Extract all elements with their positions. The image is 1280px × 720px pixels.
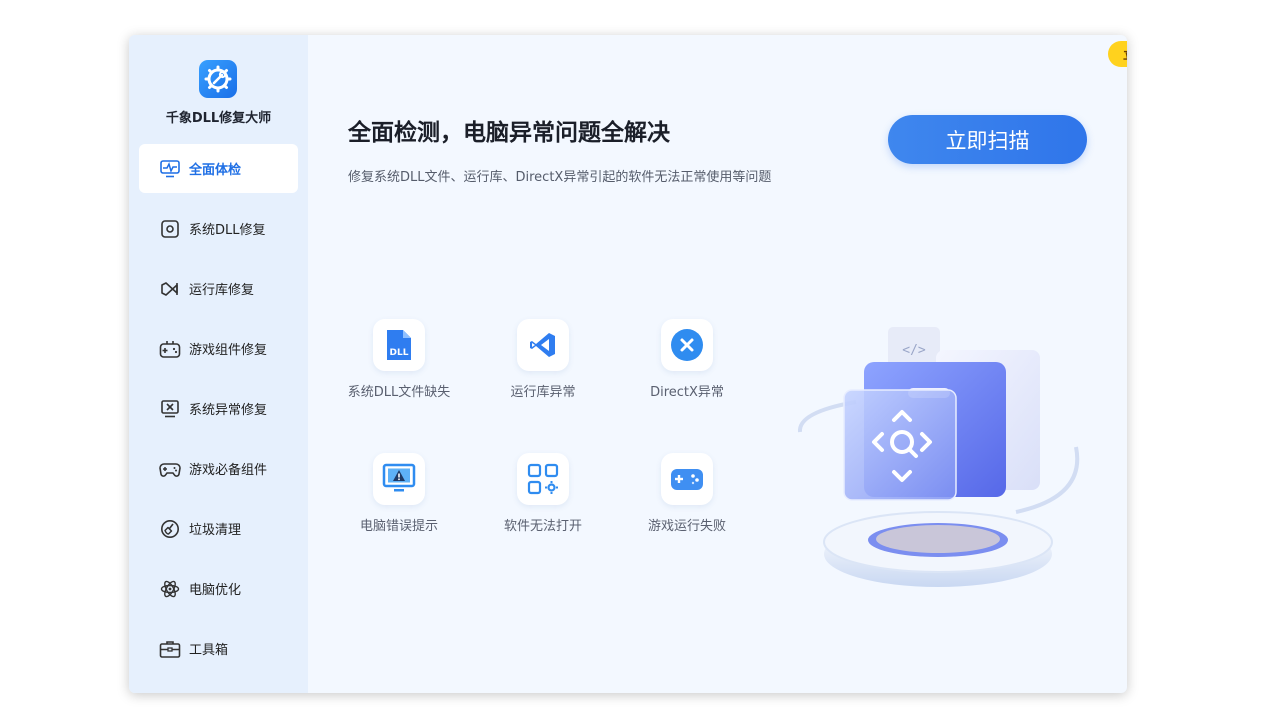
monitor-x-icon — [159, 398, 181, 420]
sidebar-item-pc-optimize[interactable]: 电脑优化 — [139, 564, 298, 613]
monitor-warning-icon — [373, 453, 425, 505]
sidebar-item-game-essentials[interactable]: 游戏必备组件 — [139, 444, 298, 493]
sidebar-item-full-check[interactable]: 全面体检 — [139, 144, 298, 193]
app-window: 千象DLL修复大师 全面体检 系统DLL修复 运行库修复 游戏组件修复 系统异常… — [129, 35, 1127, 693]
directx-x-icon — [661, 319, 713, 371]
app-logo-icon — [199, 60, 237, 98]
issue-pc-error-prompt[interactable]: 电脑错误提示 — [334, 453, 464, 534]
sidebar-item-system-error-repair[interactable]: 系统异常修复 — [139, 384, 298, 433]
sidebar-item-label: 工具箱 — [189, 643, 229, 658]
atom-icon — [159, 578, 181, 600]
page-subline: 修复系统DLL文件、运行库、DirectX异常引起的软件无法正常使用等问题 — [348, 170, 772, 185]
sidebar: 千象DLL修复大师 全面体检 系统DLL修复 运行库修复 游戏组件修复 系统异常… — [129, 35, 308, 693]
issue-game-run-failure[interactable]: 游戏运行失败 — [622, 453, 752, 534]
sidebar-item-label: 垃圾清理 — [189, 523, 242, 538]
controller-icon — [159, 458, 181, 480]
broom-icon — [159, 518, 181, 540]
sidebar-item-label: 系统异常修复 — [189, 403, 268, 418]
sidebar-item-label: 电脑优化 — [189, 583, 242, 598]
app-grid-gear-icon — [517, 453, 569, 505]
visual-studio-icon — [517, 319, 569, 371]
scan-illustration: </> — [786, 322, 1090, 602]
app-title: 千象DLL修复大师 — [165, 111, 272, 126]
dll-gear-icon — [159, 218, 181, 240]
sidebar-item-dll-repair[interactable]: 系统DLL修复 — [139, 204, 298, 253]
issue-label: DirectX异常 — [650, 385, 724, 400]
sidebar-item-label: 系统DLL修复 — [189, 223, 266, 238]
dll-file-icon: DLL — [373, 319, 425, 371]
sidebar-item-toolbox[interactable]: 工具箱 — [139, 624, 298, 673]
gamepad-icon — [159, 338, 181, 360]
gamepad-icon — [661, 453, 713, 505]
svg-text:</>: </> — [902, 343, 926, 358]
sidebar-item-label: 游戏必备组件 — [189, 463, 268, 478]
issue-runtime-error[interactable]: 运行库异常 — [478, 319, 608, 400]
issue-app-cannot-open[interactable]: 软件无法打开 — [478, 453, 608, 534]
issue-label: 运行库异常 — [510, 385, 576, 400]
issue-label: 软件无法打开 — [503, 519, 582, 534]
main-panel: 立即登录 全面检测，电脑异常问题全解决 修复系统DLL文件、运行库、Direct… — [308, 35, 1127, 693]
toolbox-icon — [159, 638, 181, 660]
issue-directx-error[interactable]: DirectX异常 — [622, 319, 752, 400]
issue-label: 系统DLL文件缺失 — [347, 385, 451, 400]
sidebar-nav: 全面体检 系统DLL修复 运行库修复 游戏组件修复 系统异常修复 游戏必备组件 … — [139, 144, 298, 684]
sidebar-item-junk-cleanup[interactable]: 垃圾清理 — [139, 504, 298, 553]
page-headline: 全面检测，电脑异常问题全解决 — [348, 120, 670, 146]
sidebar-item-label: 全面体检 — [189, 163, 242, 178]
issue-label: 电脑错误提示 — [359, 519, 438, 534]
issue-dll-missing[interactable]: DLL 系统DLL文件缺失 — [334, 319, 464, 400]
sidebar-item-label: 游戏组件修复 — [189, 343, 268, 358]
sidebar-item-game-component-repair[interactable]: 游戏组件修复 — [139, 324, 298, 373]
visual-studio-icon — [159, 278, 181, 300]
monitor-pulse-icon — [159, 158, 181, 180]
login-button[interactable]: 立即登录 — [1108, 41, 1127, 67]
scan-now-button[interactable]: 立即扫描 — [888, 115, 1087, 164]
svg-text:DLL: DLL — [390, 348, 409, 358]
issue-label: 游戏运行失败 — [647, 519, 726, 534]
sidebar-item-label: 运行库修复 — [189, 283, 255, 298]
sidebar-item-runtime-repair[interactable]: 运行库修复 — [139, 264, 298, 313]
